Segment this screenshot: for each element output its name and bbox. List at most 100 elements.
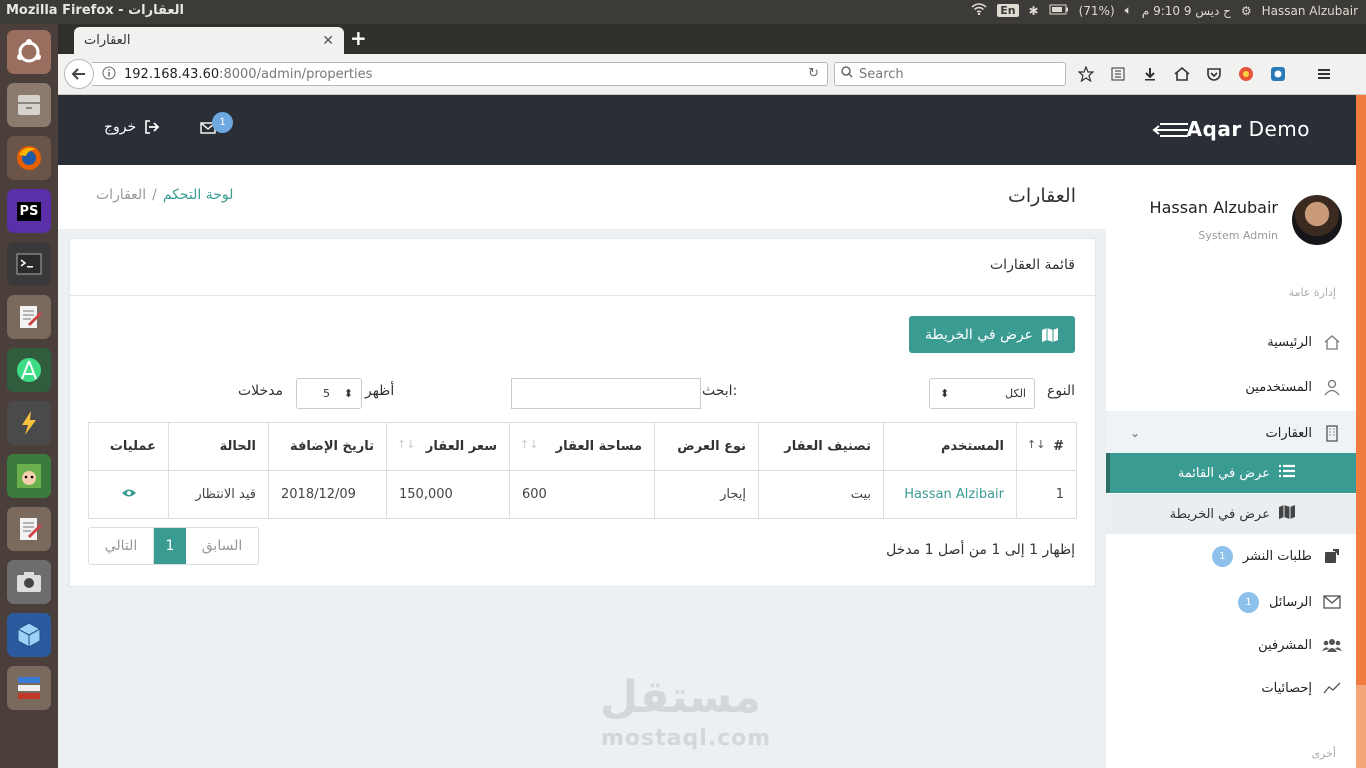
search-label: ابحث: [702,383,738,399]
sidebar-item-label: المشرفين [1258,637,1312,653]
new-tab-icon[interactable]: + [350,26,367,50]
extension-2-icon[interactable] [1268,64,1288,84]
view-on-map-button[interactable]: عرض في الخريطة [909,316,1075,353]
keyboard-lang-indicator[interactable]: En [997,4,1019,17]
browser-tab[interactable]: العقارات ✕ [74,27,344,54]
properties-card: قائمة العقارات عرض في الخريطة النوع ⬍ ال… [69,238,1096,587]
bookmark-star-icon[interactable] [1076,64,1096,84]
view-eye-icon[interactable] [121,487,137,502]
sidebar-item-label: العقارات [1265,425,1312,441]
column-header-user[interactable]: المستخدم [883,422,1017,471]
pagination-current-page[interactable]: 1 [154,528,186,564]
sidebar-item-users[interactable]: المستخدمين [1106,367,1356,407]
tab-close-icon[interactable]: ✕ [322,33,334,49]
reload-icon[interactable]: ↻ [808,66,819,81]
virtualbox-icon[interactable] [7,613,51,657]
tab-title: العقارات [84,33,131,48]
sidebar-item-properties[interactable]: العقارات ⌄ [1106,411,1356,455]
app-header: Aqar Demo خروج 1 [58,95,1356,165]
page-title: العقارات [1008,185,1076,207]
column-header-area[interactable]: مساحة العقار ↓↑ [509,422,655,471]
sidebar-toggle-icon[interactable] [1152,121,1190,143]
page-length-select[interactable]: 5 ⬍ [296,378,362,409]
phpstorm-icon[interactable]: PS [7,189,51,233]
battery-icon[interactable] [1049,4,1069,18]
sidebar-item-label: إحصائيات [1261,680,1312,696]
clock[interactable]: ح ديس 9 9:10 م [1142,4,1231,18]
browser-search-input[interactable]: Search [834,62,1066,86]
logout-button[interactable]: خروج [104,119,160,135]
chevron-down-icon: ⌄ [1130,426,1141,440]
battery-percent: (71%) [1078,3,1115,18]
select-arrows-icon: ⬍ [940,387,950,400]
settings-gear-icon[interactable]: ⚙ [1241,4,1252,18]
avatar[interactable] [1292,195,1342,245]
ubuntu-logo-icon[interactable] [7,30,51,74]
type-filter-select[interactable]: ⬍ الكل [929,378,1035,409]
site-info-icon[interactable] [102,66,116,84]
breadcrumb: العقارات / لوحة التحكم [96,187,233,203]
building-icon [1322,423,1342,443]
url-bar[interactable]: 192.168.43.60:8000/admin/properties ↻ [92,62,828,86]
session-user[interactable]: Hassan Alzubair [1262,4,1358,18]
column-header-price[interactable]: سعر العقار ↓↑ [386,422,510,471]
sidebar-item-home[interactable]: الرئيسية [1106,322,1356,362]
text-editor-icon[interactable] [7,295,51,339]
sidebar-item-label: الرئيسية [1267,334,1312,350]
page-scrollbar-thumb[interactable] [1356,95,1366,685]
firefox-icon[interactable] [7,136,51,180]
column-header-num[interactable]: # ↓↑ [1016,422,1077,471]
brand-bold: Aqar [1186,117,1242,141]
pocket-icon[interactable] [1204,64,1224,84]
page-length-value: 5 [323,387,330,400]
game-app-icon[interactable] [7,454,51,498]
stacked-apps-icon[interactable] [7,666,51,710]
bluetooth-icon[interactable]: ✱ [1029,4,1039,18]
browser-nav-bar: 192.168.43.60:8000/admin/properties ↻ Se… [58,54,1366,95]
wifi-icon[interactable] [971,3,987,18]
pagination-prev-button[interactable]: السابق [186,528,258,564]
column-header-offer-type[interactable]: نوع العرض [654,422,759,471]
sort-icon: ↓↑ [520,438,539,451]
sidebar-subitem-list-view[interactable]: عرض في القائمة [1106,453,1356,493]
back-button[interactable] [64,59,94,89]
reading-list-icon[interactable] [1108,64,1128,84]
browser-toolbar-icons [1076,64,1334,84]
search-input[interactable] [511,378,701,409]
pagination-next-button[interactable]: التالي [89,528,154,564]
extension-icon[interactable] [1236,64,1256,84]
section-label-general: إدارة عامة [1288,286,1336,299]
indicator-area: En ✱ (71%) 🔈︎ ح ديس 9 9:10 م ⚙ Hassan Al… [971,3,1358,18]
column-header-status[interactable]: الحالة [168,422,269,471]
cell-user-link[interactable]: Hassan Alzibair [883,470,1017,519]
entries-label: مدخلات [238,383,284,399]
column-header-category[interactable]: تصنيف العقار [758,422,884,471]
line-chart-icon [1322,678,1342,698]
column-header-date[interactable]: تاريخ الإضافة [268,422,387,471]
url-host: 192.168.43.60 [124,66,220,82]
android-studio-icon[interactable] [7,348,51,392]
downloads-icon[interactable] [1140,64,1160,84]
card-title: قائمة العقارات [990,257,1075,273]
text-editor-2-icon[interactable] [7,507,51,551]
section-label-other: أخرى [1311,747,1336,760]
terminal-icon[interactable] [7,242,51,286]
camera-icon[interactable] [7,560,51,604]
sidebar-item-publish-requests[interactable]: طلبات النشر 1 [1106,536,1356,576]
sidebar-item-statistics[interactable]: إحصائيات [1106,668,1356,708]
sidebar-subitem-map-view[interactable]: عرض في الخريطة [1106,494,1356,534]
home-icon[interactable] [1172,64,1192,84]
files-icon[interactable] [7,83,51,127]
flash-app-icon[interactable] [7,401,51,445]
breadcrumb-home-link[interactable]: لوحة التحكم [163,187,234,203]
sidebar-item-supervisors[interactable]: المشرفين [1106,625,1356,665]
brand-rest: Demo [1241,117,1310,141]
type-filter-value: الكل [1005,387,1026,400]
select-arrows-icon: ⬍ [343,387,353,400]
sidebar-item-messages[interactable]: الرسائل 1 [1106,582,1356,622]
volume-icon[interactable]: 🔈︎ [1125,3,1132,18]
properties-table: # ↓↑ المستخدم تصنيف العقار نوع العرض مساح… [88,422,1077,519]
menu-icon[interactable] [1314,64,1334,84]
brand-logo[interactable]: Aqar Demo [1187,117,1310,141]
pagination: التالي 1 السابق [88,527,259,565]
